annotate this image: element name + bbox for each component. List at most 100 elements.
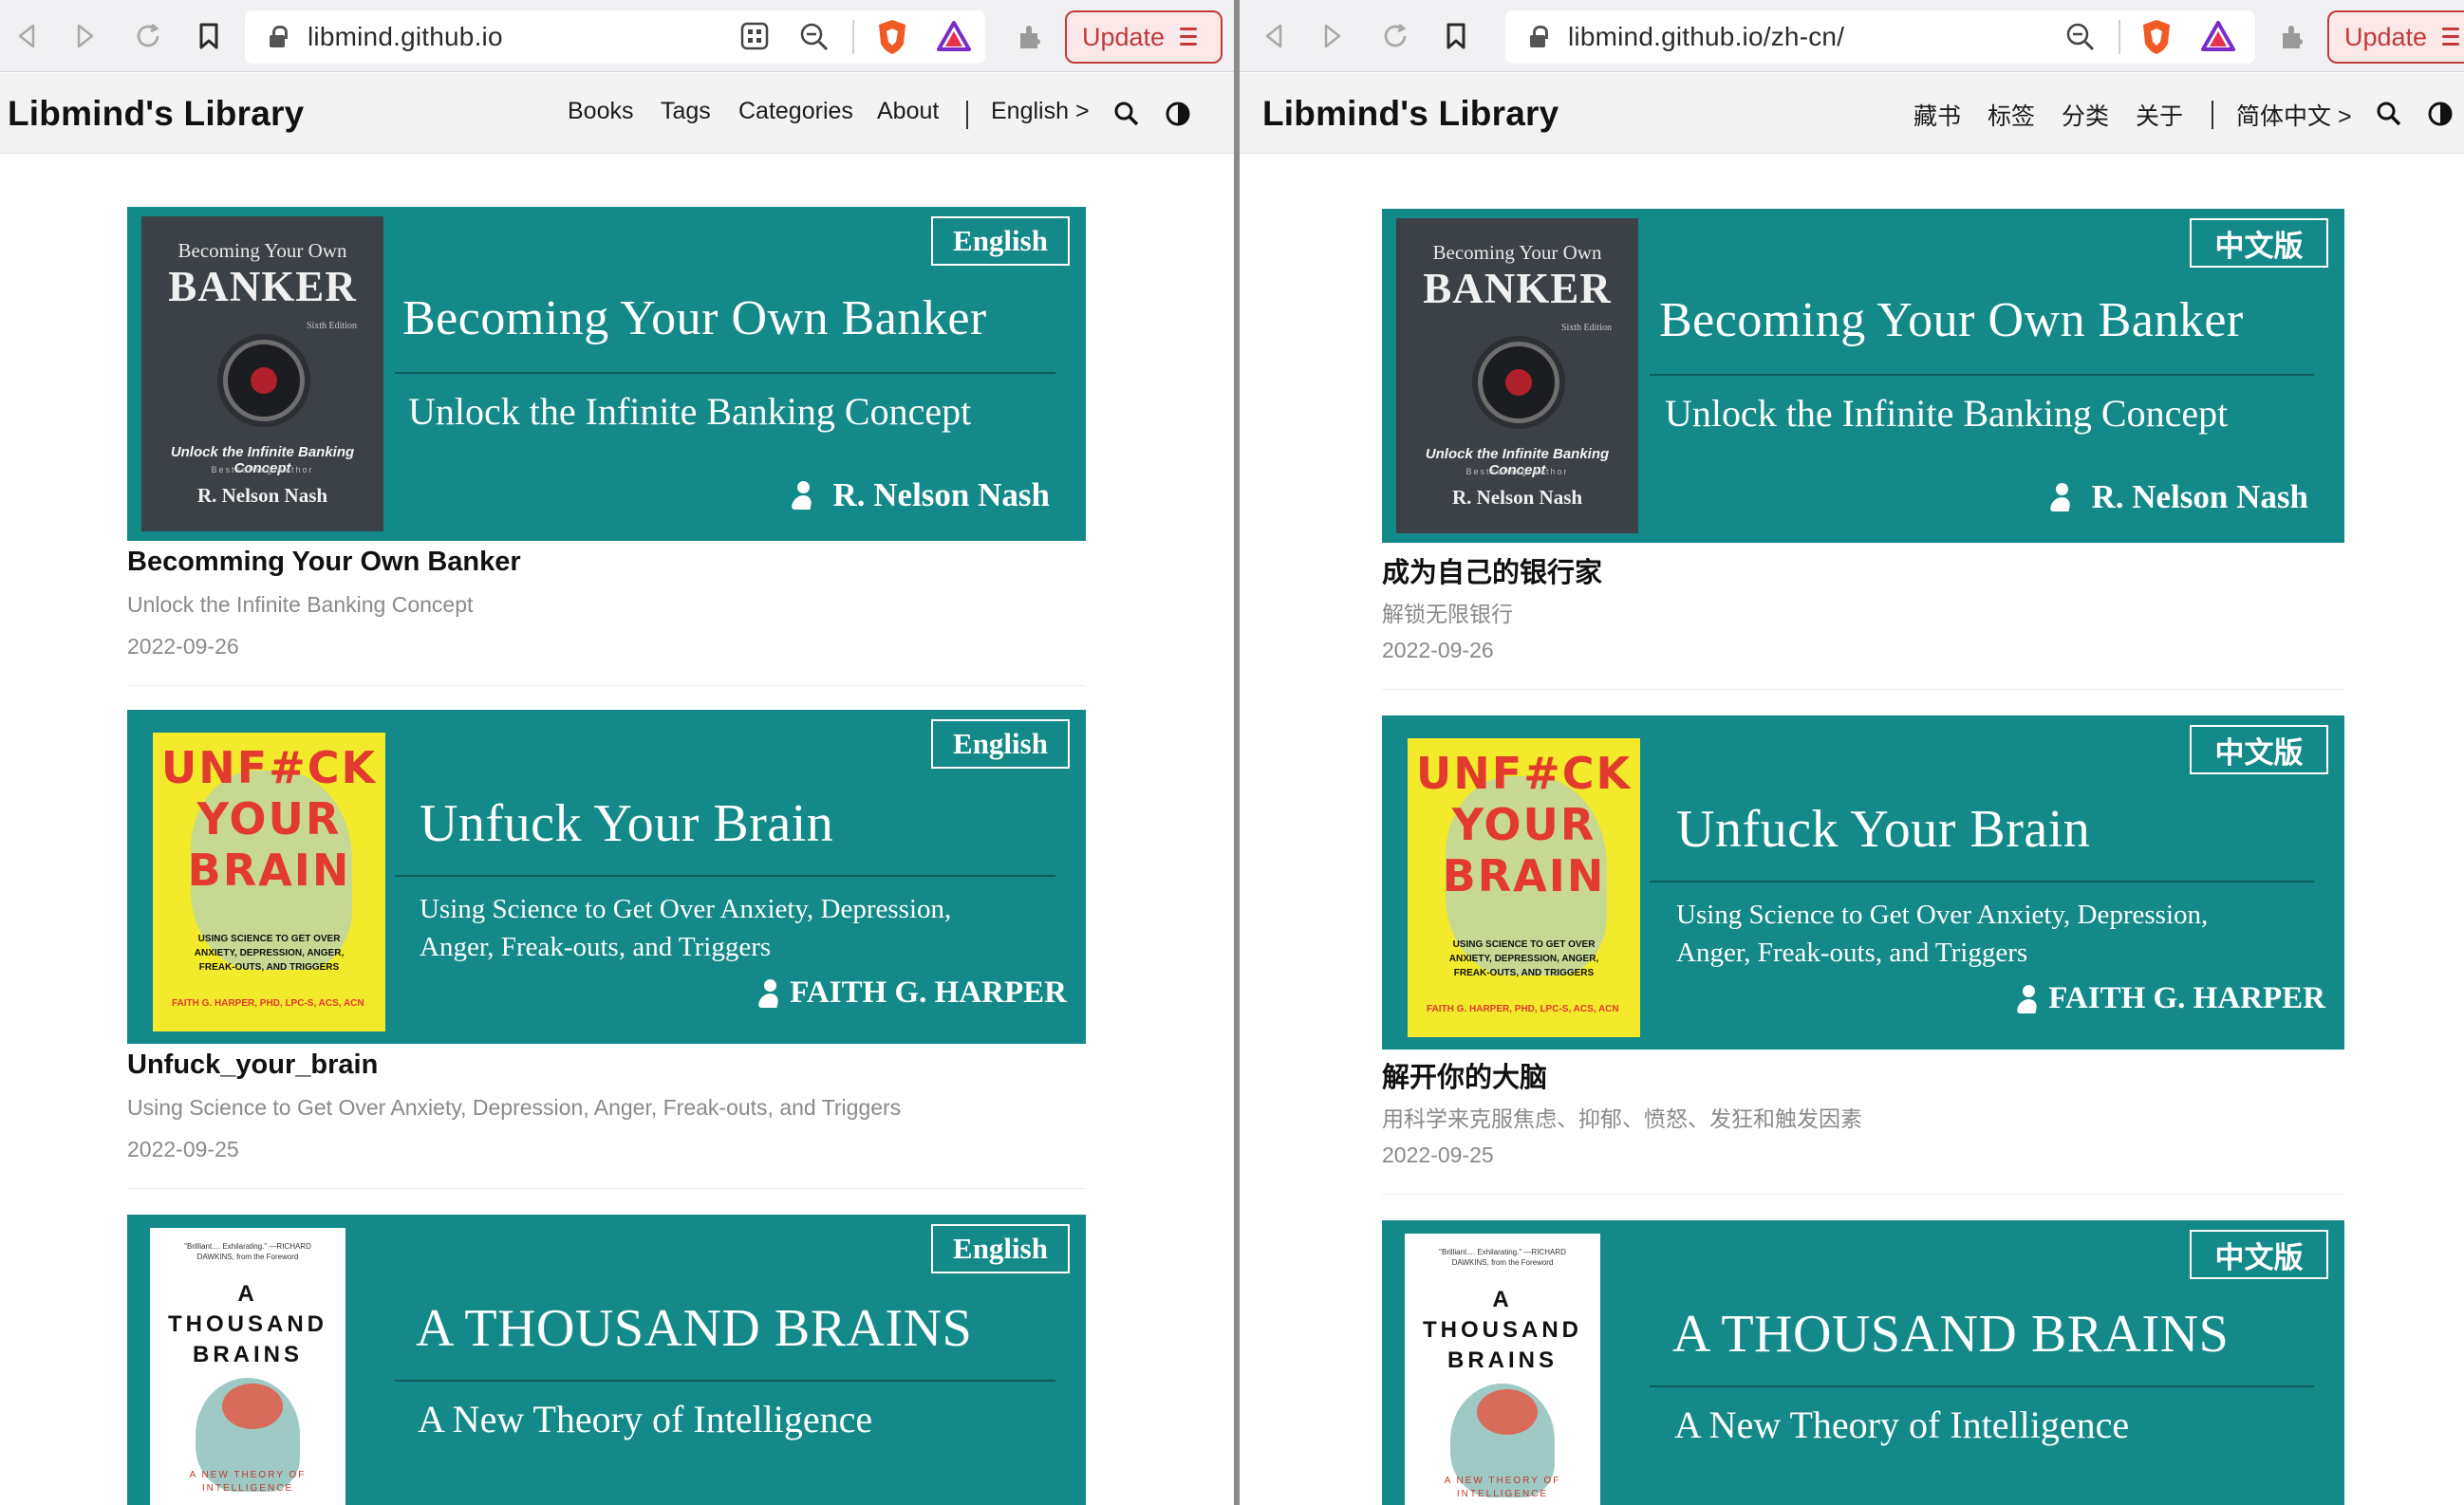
- cover-text: Sixth Edition: [1560, 323, 1612, 333]
- post-banner[interactable]: UNF#CK YOUR BRAIN USING SCIENCE TO GET O…: [127, 710, 1086, 1044]
- cover-text: A NEW THEORY OF INTELLIGENCE: [189, 1470, 307, 1494]
- update-button[interactable]: Update: [2327, 10, 2464, 64]
- nav-tags[interactable]: Tags: [661, 98, 711, 125]
- post-divider: [127, 1188, 1086, 1189]
- post-title[interactable]: Unfuck_your_brain: [127, 1050, 378, 1081]
- banner-divider: [395, 1380, 1055, 1382]
- reload-icon[interactable]: [131, 19, 165, 53]
- lock-icon: [1530, 26, 1549, 48]
- cover-text: "Brilliant.... Exhilarating." —RICHARD D…: [1439, 1248, 1566, 1267]
- banner-subtitle: Using Science to Get Over Anxiety, Depre…: [1676, 900, 2209, 930]
- vault-dial-icon: [223, 340, 305, 421]
- post-title[interactable]: 解开你的大脑: [1382, 1055, 1547, 1095]
- cover-text: BRAIN: [1442, 850, 1606, 901]
- back-icon[interactable]: [9, 19, 44, 53]
- bookmark-icon[interactable]: [1439, 19, 1473, 53]
- chevron-right-icon: >: [1074, 98, 1090, 124]
- lock-icon: [270, 26, 289, 48]
- banner-subtitle: Anger, Freak-outs, and Triggers: [420, 932, 772, 962]
- theme-toggle-icon[interactable]: [2426, 100, 2455, 128]
- banner-subtitle: Unlock the Infinite Banking Concept: [1665, 392, 2229, 435]
- browser-toolbar: libmind.github.io Update: [0, 0, 1240, 72]
- qr-code-icon[interactable]: [740, 22, 769, 55]
- reload-icon[interactable]: [1378, 19, 1412, 53]
- cover-text: A: [237, 1281, 258, 1307]
- post-date: 2022-09-25: [1382, 1143, 1494, 1167]
- browser-window-left: libmind.github.io Update Libmind's Libra…: [0, 0, 1240, 1505]
- post-banner[interactable]: UNF#CK YOUR BRAIN USING SCIENCE TO GET O…: [1382, 715, 2344, 1050]
- post-title[interactable]: 成为自己的银行家: [1382, 550, 1602, 590]
- brave-rewards-icon[interactable]: [2200, 20, 2236, 52]
- vault-dial-icon: [1478, 342, 1559, 423]
- nav-about[interactable]: About: [877, 98, 939, 125]
- brave-shield-icon[interactable]: [875, 18, 909, 56]
- cover-text: THOUSAND: [1423, 1317, 1582, 1343]
- nav-divider: [966, 101, 968, 129]
- site-brand[interactable]: Libmind's Library: [8, 94, 304, 134]
- bookmark-icon[interactable]: [192, 19, 226, 53]
- language-switch-label: 简体中文: [2236, 103, 2332, 130]
- cover-text: UNF#CK: [1415, 748, 1633, 799]
- forward-icon[interactable]: [1316, 19, 1350, 53]
- menu-icon: [1180, 27, 1198, 47]
- banner-author-name: FAITH G. HARPER: [2048, 981, 2325, 1015]
- update-button-label: Update: [2344, 22, 2428, 51]
- zoom-out-icon[interactable]: [2065, 22, 2096, 57]
- search-icon[interactable]: [2375, 100, 2403, 128]
- post-banner[interactable]: "Brilliant.... Exhilarating." —RICHARD D…: [127, 1215, 1086, 1505]
- banner-subtitle: Using Science to Get Over Anxiety, Depre…: [420, 894, 952, 924]
- address-bar[interactable]: libmind.github.io/zh-cn/: [1505, 10, 2255, 64]
- cover-text: BRAINS: [1447, 1347, 1558, 1373]
- author-icon: [793, 481, 815, 510]
- nav-tags[interactable]: 标签: [1988, 98, 2035, 132]
- post-title[interactable]: Becomming Your Own Banker: [127, 547, 521, 578]
- cover-text: Sixth Edition: [306, 321, 357, 331]
- cover-text: BRAIN: [187, 845, 351, 896]
- zoom-out-icon[interactable]: [799, 22, 830, 57]
- search-icon[interactable]: [1112, 100, 1141, 128]
- banner-title: Becoming Your Own Banker: [402, 291, 987, 345]
- banner-title: Unfuck Your Brain: [1676, 800, 2091, 859]
- post-banner[interactable]: Becoming Your Own BANKER Sixth Edition U…: [1382, 209, 2344, 543]
- banner-author: FAITH G. HARPER: [2018, 981, 2325, 1016]
- update-button[interactable]: Update: [1065, 10, 1223, 64]
- forward-icon[interactable]: [68, 19, 103, 53]
- language-badge: 中文版: [2190, 725, 2328, 774]
- nav-categories[interactable]: 分类: [2062, 98, 2109, 132]
- book-cover: "Brilliant.... Exhilarating." —RICHARD D…: [150, 1228, 345, 1505]
- brave-rewards-icon[interactable]: [936, 20, 972, 52]
- banner-title: Becoming Your Own Banker: [1659, 293, 2244, 347]
- nav-categories[interactable]: Categories: [738, 98, 853, 125]
- banner-divider: [395, 372, 1055, 374]
- language-switch[interactable]: English >: [991, 98, 1090, 125]
- nav-about[interactable]: 关于: [2136, 98, 2183, 132]
- theme-toggle-icon[interactable]: [1164, 100, 1192, 128]
- book-cover: Becoming Your Own BANKER Sixth Edition U…: [141, 216, 383, 531]
- banner-author-name: R. Nelson Nash: [832, 476, 1050, 513]
- cover-text: YOUR: [196, 793, 342, 845]
- language-switch[interactable]: 简体中文 >: [2236, 98, 2352, 132]
- extensions-icon[interactable]: [1014, 19, 1048, 53]
- extensions-icon[interactable]: [2276, 19, 2310, 53]
- nav-books[interactable]: 藏书: [1913, 98, 1961, 132]
- post-banner[interactable]: Becoming Your Own BANKER Sixth Edition U…: [127, 207, 1086, 541]
- book-cover: Becoming Your Own BANKER Sixth Edition U…: [1396, 218, 1638, 533]
- cover-text: FAITH G. HARPER, PHD, LPC-S, ACS, ACN: [1427, 1004, 1619, 1014]
- chevron-right-icon: >: [2337, 103, 2352, 130]
- address-divider: [2119, 20, 2120, 54]
- back-icon[interactable]: [1257, 19, 1291, 53]
- address-bar[interactable]: libmind.github.io: [245, 10, 985, 64]
- address-bar-url: libmind.github.io: [308, 22, 503, 51]
- cover-text: BANKER: [168, 263, 357, 310]
- post-banner[interactable]: "Brilliant.... Exhilarating." —RICHARD D…: [1382, 1220, 2344, 1505]
- site-brand[interactable]: Libmind's Library: [1262, 94, 1559, 134]
- author-icon: [2018, 984, 2041, 1013]
- site-header: Libmind's Library 藏书 标签 分类 关于 简体中文 >: [1240, 73, 2464, 154]
- cover-text: THOUSAND: [168, 1311, 327, 1337]
- nav-divider: [2212, 101, 2213, 129]
- brave-shield-icon[interactable]: [2139, 18, 2174, 56]
- banner-author: R. Nelson Nash: [793, 476, 1050, 514]
- nav-books[interactable]: Books: [568, 98, 633, 125]
- book-cover: UNF#CK YOUR BRAIN USING SCIENCE TO GET O…: [153, 733, 385, 1031]
- author-icon: [2051, 483, 2074, 511]
